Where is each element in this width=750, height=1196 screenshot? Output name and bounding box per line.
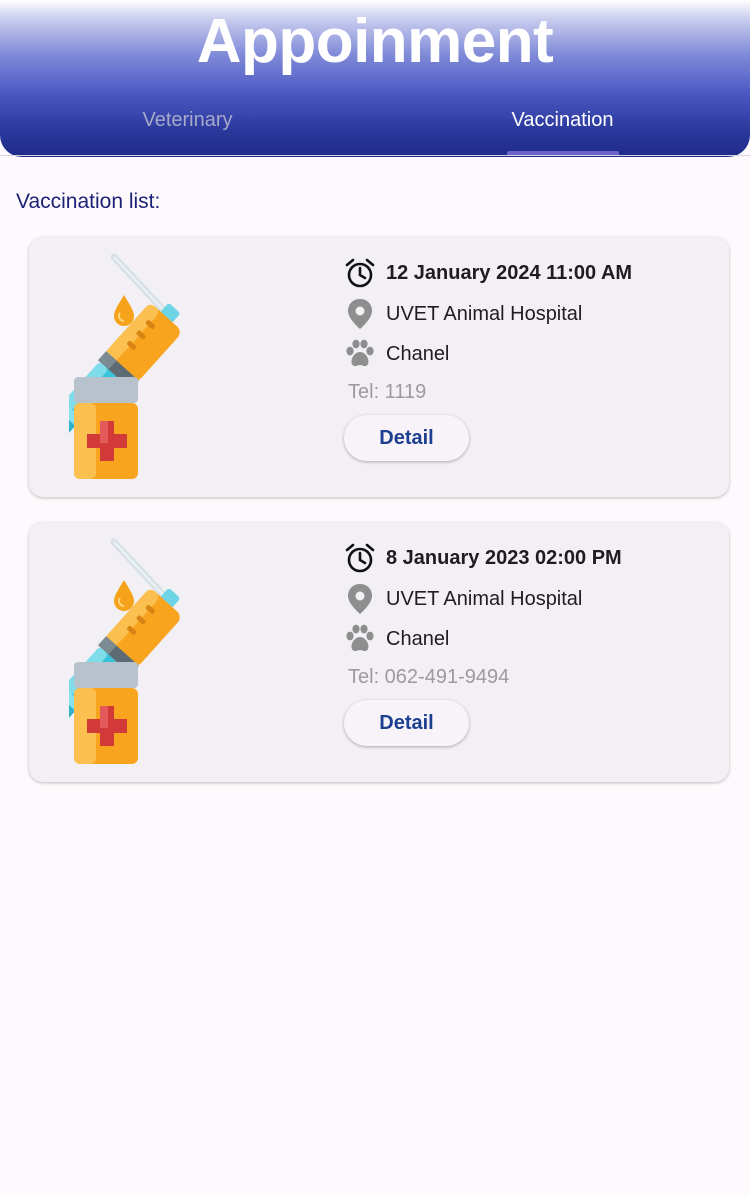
appointment-datetime-row: 12 January 2024 11:00 AM — [343, 256, 632, 290]
appointment-pet-row: Chanel — [343, 337, 449, 371]
syringe-vaccine-illustration — [69, 249, 309, 481]
paw-icon — [343, 622, 377, 656]
appointment-datetime: 8 January 2023 02:00 PM — [386, 546, 622, 569]
map-pin-icon — [343, 582, 377, 616]
header-divider — [0, 155, 750, 156]
appointment-card: 8 January 2023 02:00 PM UVET Animal Hosp… — [29, 522, 729, 782]
appointment-pet-row: Chanel — [343, 622, 449, 656]
map-pin-icon — [343, 297, 377, 331]
appointment-location: UVET Animal Hospital — [386, 587, 583, 610]
detail-button[interactable]: Detail — [344, 415, 469, 461]
appointment-location-row: UVET Animal Hospital — [343, 297, 582, 331]
alarm-clock-icon — [343, 541, 377, 575]
syringe-vaccine-illustration — [69, 534, 309, 766]
appointment-card: 12 January 2024 11:00 AM UVET Animal Hos… — [29, 237, 729, 497]
detail-button[interactable]: Detail — [344, 700, 469, 746]
paw-icon — [343, 337, 377, 371]
page-title: Appoinment — [196, 7, 554, 76]
alarm-clock-icon — [343, 256, 377, 290]
section-title: Vaccination list: — [16, 190, 161, 213]
appointment-datetime-row: 8 January 2023 02:00 PM — [343, 541, 622, 575]
tab-veterinary[interactable]: Veterinary — [0, 104, 375, 136]
tab-vaccination[interactable]: Vaccination — [375, 104, 750, 136]
appointment-datetime: 12 January 2024 11:00 AM — [386, 261, 633, 284]
app-header: Appoinment Veterinary Vaccination — [0, 0, 750, 157]
appointment-tel: Tel: 1119 — [348, 381, 427, 403]
appointment-location: UVET Animal Hospital — [386, 302, 583, 325]
appointment-location-row: UVET Animal Hospital — [343, 582, 582, 616]
appointment-pet-name: Chanel — [386, 342, 450, 365]
appointment-tel: Tel: 062-491-9494 — [348, 666, 510, 688]
appointment-pet-name: Chanel — [386, 627, 450, 650]
